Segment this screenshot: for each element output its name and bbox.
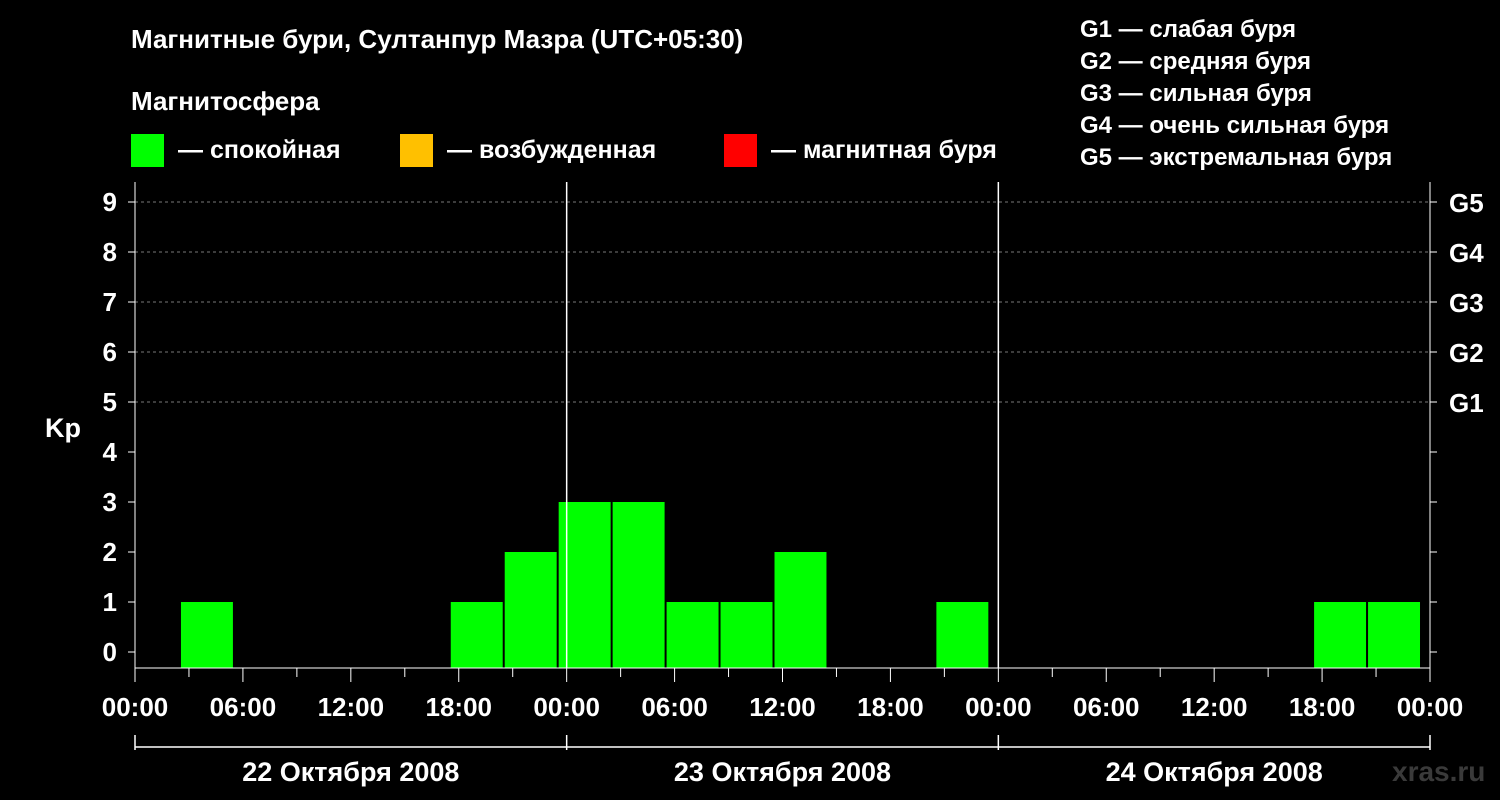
x-tick-label-12: 00:00: [1397, 692, 1464, 722]
kp-bar-chart: 0 1 2 3 4 5 6 7 8 9 G1 G2 G3 G4 G5 Kp 00:00 06:00 12:00 18:…: [45, 182, 1484, 787]
y-tick-label-2: 2: [103, 537, 117, 567]
g-axis-label-g4: G4: [1449, 238, 1484, 268]
y-axis-title: Kp: [45, 413, 81, 443]
kp-bar-1: [450, 602, 503, 668]
kp-bar-6: [720, 602, 773, 668]
y-tick-label-9: 9: [103, 187, 117, 217]
kp-bar-7: [774, 552, 827, 668]
watermark: xras.ru: [1392, 756, 1486, 787]
x-tick-label-10: 12:00: [1181, 692, 1248, 722]
kp-bar-8: [936, 602, 989, 668]
g-axis-label-g1: G1: [1449, 388, 1484, 418]
y-tick-label-4: 4: [103, 437, 118, 467]
day-label-2: 24 Октября 2008: [1106, 757, 1323, 787]
y-tick-label-7: 7: [103, 287, 117, 317]
x-tick-label-7: 18:00: [857, 692, 924, 722]
x-tick-label-9: 06:00: [1073, 692, 1140, 722]
g-axis-label-g3: G3: [1449, 288, 1484, 318]
kp-bar-10: [1368, 602, 1421, 668]
y-tick-label-8: 8: [103, 237, 117, 267]
g-axis-label-g2: G2: [1449, 338, 1484, 368]
y-tick-label-0: 0: [103, 637, 117, 667]
y-tick-label-6: 6: [103, 337, 117, 367]
g-axis-label-g5: G5: [1449, 188, 1484, 218]
kp-bar-9: [1314, 602, 1367, 668]
y-tick-label-3: 3: [103, 487, 117, 517]
x-tick-label-3: 18:00: [426, 692, 493, 722]
kp-bar-0: [180, 602, 233, 668]
x-tick-label-11: 18:00: [1289, 692, 1356, 722]
x-tick-label-1: 06:00: [210, 692, 277, 722]
y-tick-label-1: 1: [103, 587, 117, 617]
x-tick-label-5: 06:00: [641, 692, 708, 722]
day-label-1: 23 Октября 2008: [674, 757, 891, 787]
kp-bar-4: [612, 502, 665, 668]
x-tick-label-4: 00:00: [533, 692, 600, 722]
x-tick-label-2: 12:00: [318, 692, 385, 722]
kp-bar-5: [666, 602, 719, 668]
y-tick-label-5: 5: [103, 387, 117, 417]
x-tick-label-0: 00:00: [102, 692, 169, 722]
x-tick-label-6: 12:00: [749, 692, 816, 722]
kp-bar-2: [504, 552, 557, 668]
day-label-0: 22 Октября 2008: [242, 757, 459, 787]
x-tick-label-8: 00:00: [965, 692, 1032, 722]
